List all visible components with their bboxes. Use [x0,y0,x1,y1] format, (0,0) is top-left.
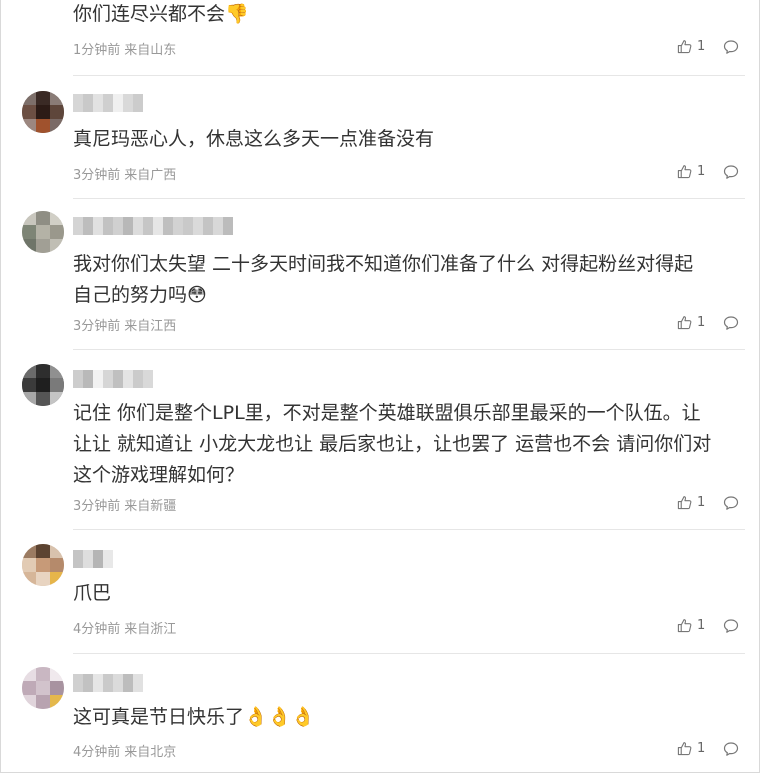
comment-bubble-icon[interactable] [723,39,739,55]
comment-bubble-icon[interactable] [723,741,739,757]
comment-location: 来自北京 [124,745,177,760]
avatar [22,364,64,406]
comment-location: 来自广西 [124,168,177,183]
avatar [22,544,64,586]
comment-meta: 3分钟前 来自江西 [73,315,176,334]
username-blurred [73,217,233,235]
comment-item: 爪巴 4分钟前 来自浙江 1 [1,530,760,654]
avatar [22,91,64,133]
like-button[interactable]: 1 [677,741,705,756]
like-count: 1 [697,315,706,330]
comment-list: 你们连尽兴都不会👎 1分钟前 来自山东 1 真尼玛恶心人，休息这么多天一点准备没有… [0,0,760,773]
like-count: 1 [697,164,706,179]
comment-item: 记住 你们是整个LPL里，不对是整个英雄联盟俱乐部里最采的一个队伍。让 让让 就… [1,350,760,530]
comment-meta: 3分钟前 来自广西 [73,164,176,183]
thumbs-up-icon [677,40,692,54]
like-button[interactable]: 1 [677,495,705,510]
comment-item: 这可真是节日快乐了👌👌👌 4分钟前 来自北京 1 [1,654,760,772]
comment-location: 来自山东 [124,43,177,58]
comment-time: 4分钟前 [73,745,121,760]
comment-bubble-icon[interactable] [723,315,739,331]
comment-time: 3分钟前 [73,168,121,183]
like-button[interactable]: 1 [677,39,705,54]
thumbs-up-icon [677,316,692,330]
like-button[interactable]: 1 [677,315,705,330]
comment-time: 3分钟前 [73,499,121,514]
like-count: 1 [697,39,706,54]
like-button[interactable]: 1 [677,164,705,179]
comment-text: 我对你们太失望 二十多天时间我不知道你们准备了什么 对得起粉丝对得起 自己的努力… [73,253,694,306]
comment-meta: 1分钟前 来自山东 [73,39,176,58]
comment-text: 这可真是节日快乐了👌👌👌 [73,706,315,728]
comment-bubble-icon[interactable] [723,618,739,634]
comment-item: 真尼玛恶心人，休息这么多天一点准备没有 3分钟前 来自广西 1 [1,76,760,199]
comment-time: 3分钟前 [73,319,121,334]
comment-meta: 4分钟前 来自北京 [73,741,176,760]
thumbs-up-icon [677,165,692,179]
comment-text: 真尼玛恶心人，休息这么多天一点准备没有 [73,128,435,150]
like-count: 1 [697,495,706,510]
like-count: 1 [697,618,706,633]
comment-time: 1分钟前 [73,43,121,58]
username-blurred [73,550,113,568]
comment-time: 4分钟前 [73,622,121,637]
comment-location: 来自江西 [124,319,177,334]
like-count: 1 [697,741,706,756]
thumbs-up-icon [677,619,692,633]
avatar [22,211,64,253]
comment-text: 你们连尽兴都不会👎 [73,3,249,25]
thumbs-up-icon [677,496,692,510]
comment-location: 来自浙江 [124,622,177,637]
comment-item: 我对你们太失望 二十多天时间我不知道你们准备了什么 对得起粉丝对得起 自己的努力… [1,199,760,350]
username-blurred [73,674,143,692]
comment-meta: 3分钟前 来自新疆 [73,495,176,514]
comment-location: 来自新疆 [124,499,177,514]
avatar [22,667,64,709]
username-blurred [73,94,143,112]
like-button[interactable]: 1 [677,618,705,633]
comment-item: 你们连尽兴都不会👎 1分钟前 来自山东 1 [1,0,760,76]
comment-text: 爪巴 [73,582,112,604]
comment-bubble-icon[interactable] [723,495,739,511]
username-blurred [73,370,153,388]
comment-meta: 4分钟前 来自浙江 [73,618,176,637]
comment-bubble-icon[interactable] [723,164,739,180]
thumbs-up-icon [677,742,692,756]
comment-text: 记住 你们是整个LPL里，不对是整个英雄联盟俱乐部里最采的一个队伍。让 让让 就… [73,402,712,486]
